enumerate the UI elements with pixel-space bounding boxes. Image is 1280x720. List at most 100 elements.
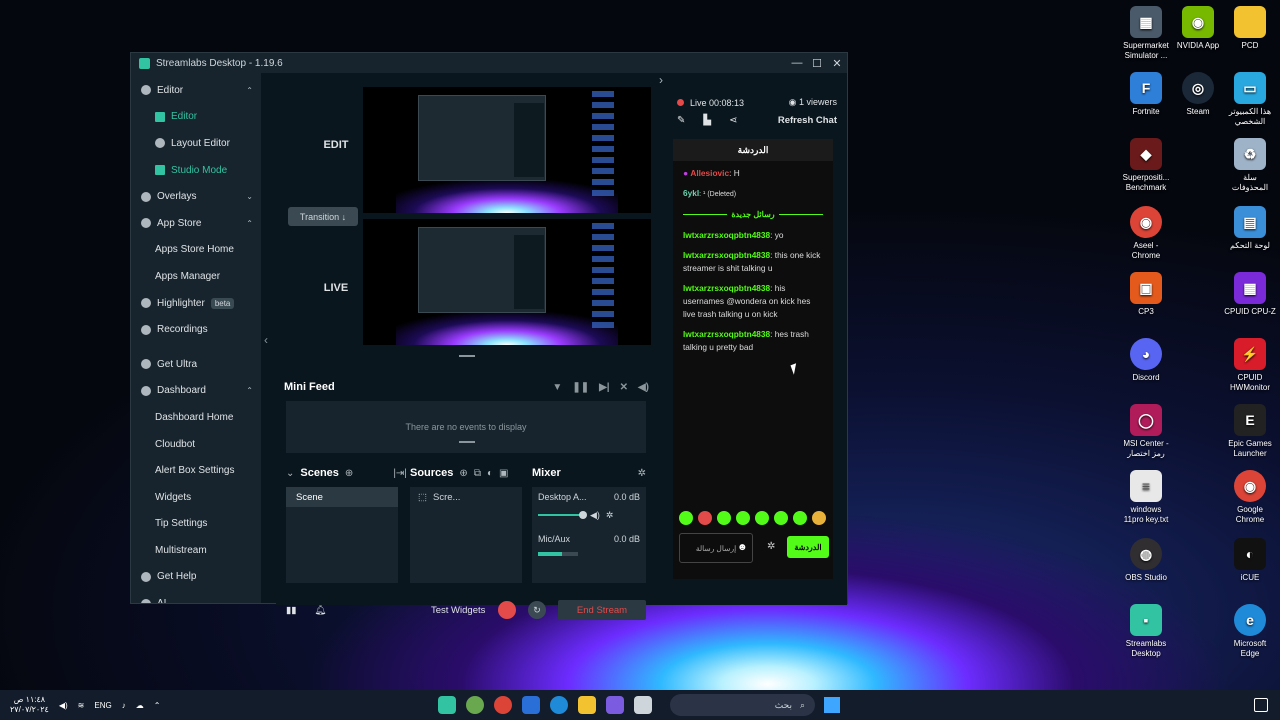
volume-icon[interactable]: ◀) [638, 382, 649, 393]
resize-handle[interactable] [459, 355, 475, 357]
channel-settings-icon[interactable]: ✲ [606, 510, 614, 521]
volume-knob[interactable] [579, 511, 587, 519]
add-source-icon[interactable]: ⊕ [459, 468, 467, 479]
desktop-icon-cpuz[interactable]: ▦ CPUID CPU-Z [1224, 272, 1276, 317]
chrome-taskbar-icon[interactable] [494, 696, 512, 714]
microphone-icon[interactable]: ♪ [122, 701, 126, 710]
volume-icon[interactable]: ◀) [59, 701, 68, 710]
sidebar-item-tip-settings[interactable]: Tip Settings [131, 511, 261, 538]
copilot-icon[interactable] [606, 696, 624, 714]
store-taskbar-icon[interactable] [522, 696, 540, 714]
desktop-icon-edge[interactable]: e Microsoft Edge [1224, 604, 1276, 659]
chevron-right-icon[interactable]: › [659, 73, 663, 87]
sidebar-item-dashboard-home[interactable]: Dashboard Home [131, 404, 261, 431]
sidebar-item-cloudbot[interactable]: Cloudbot [131, 431, 261, 458]
app-taskbar-icon[interactable] [466, 696, 484, 714]
edit-icon[interactable]: ✎ [677, 115, 685, 126]
desktop-icon-fortnite[interactable]: F Fortnite [1120, 72, 1172, 117]
sidebar-item-multistream[interactable]: Multistream [131, 537, 261, 564]
filter-icon[interactable]: ▼ [552, 382, 562, 393]
onedrive-icon[interactable]: ☁ [136, 701, 144, 710]
sidebar-item-get-ultra[interactable]: Get Ultra [131, 351, 261, 378]
scene-transitions-icon[interactable]: |⇥| [393, 468, 407, 479]
group-icon[interactable]: ⧉ [474, 468, 481, 479]
task-view-icon[interactable] [634, 696, 652, 714]
speaker-icon[interactable]: ◀) [590, 510, 600, 521]
replay-buffer-button[interactable]: ↻ [528, 601, 546, 619]
emote-icon[interactable] [812, 511, 826, 525]
desktop-icon-streamlabs[interactable]: ▪ Streamlabs Desktop [1120, 604, 1172, 659]
desktop-icon-cp3[interactable]: ▣ CP3 [1120, 272, 1172, 317]
desktop-icon-hwmonitor[interactable]: ⚡ CPUID HWMonitor [1224, 338, 1276, 393]
streamlabs-taskbar-icon[interactable] [438, 696, 456, 714]
emote-icon[interactable] [755, 511, 769, 525]
desktop-icon-google-chrome[interactable]: ◉ Google Chrome [1224, 470, 1276, 525]
mute-alerts-icon[interactable]: ✕ [620, 382, 628, 393]
popout-icon[interactable]: ▙ [703, 115, 711, 126]
desktop-icon-this-pc[interactable]: ▭ هذا الكمبيوتر الشخصي [1224, 72, 1276, 127]
emote-icon[interactable] [774, 511, 788, 525]
live-preview[interactable] [363, 219, 651, 345]
edge-taskbar-icon[interactable] [550, 696, 568, 714]
add-scene-icon[interactable]: ⊕ [345, 468, 353, 479]
sidebar-item-apps-manager[interactable]: Apps Manager [131, 263, 261, 290]
sidebar-item-editor[interactable]: Editor [131, 104, 261, 131]
desktop-icon-superposition[interactable]: ◆ Superpositi... Benchmark [1120, 138, 1172, 193]
test-widgets-button[interactable]: Test Widgets [431, 605, 485, 616]
share-icon[interactable]: ⋖ [729, 115, 737, 126]
sidebar-item-app-store[interactable]: App Store ⌃ [131, 210, 261, 237]
sidebar-item-layout-editor[interactable]: Layout Editor [131, 130, 261, 157]
taskbar-search[interactable]: بحث ⌕ [670, 694, 815, 716]
sidebar-item-recordings[interactable]: Recordings [131, 316, 261, 343]
sidebar-item-dashboard[interactable]: Dashboard ⌃ [131, 378, 261, 405]
resize-handle[interactable] [459, 441, 475, 443]
pause-icon[interactable]: ❚❚ [572, 382, 589, 393]
collapse-sidebar-icon[interactable]: ‹ [264, 333, 268, 347]
sidebar-item-widgets[interactable]: Widgets [131, 484, 261, 511]
sidebar-item-alert-box-settings[interactable]: Alert Box Settings [131, 457, 261, 484]
performance-icon[interactable]: ▮▮ [286, 605, 296, 616]
emote-icon[interactable] [717, 511, 731, 525]
edit-preview[interactable] [363, 87, 651, 213]
emoji-icon[interactable]: ☻ [737, 542, 748, 553]
desktop-icon-nvidia[interactable]: ◉ NVIDIA App [1172, 6, 1224, 51]
desktop-icon-key-txt[interactable]: ≡ windows 11pro key.txt [1120, 470, 1172, 525]
close-button[interactable]: ✕ [827, 57, 847, 70]
visibility-icon[interactable]: ◐ [487, 468, 493, 479]
desktop-volume-slider[interactable]: ◀) ✲ [538, 510, 640, 520]
desktop-icon-control-panel[interactable]: ▤ لوحة التحكم [1224, 206, 1276, 251]
transition-button[interactable]: Transition ↓ [288, 207, 358, 226]
file-explorer-icon[interactable] [578, 696, 596, 714]
scene-item[interactable]: Scene [286, 487, 398, 507]
sidebar-item-highlighter[interactable]: Highlighter beta [131, 290, 261, 317]
desktop-icon-supermarket[interactable]: ▦ Supermarket Simulator ... [1120, 6, 1172, 61]
desktop-icon-steam[interactable]: ◎ Steam [1172, 72, 1224, 117]
wifi-icon[interactable]: ≋ [78, 701, 85, 710]
desktop-icon-epic[interactable]: E Epic Games Launcher [1224, 404, 1276, 459]
emote-icon[interactable] [793, 511, 807, 525]
sidebar-item-studio-mode[interactable]: Studio Mode [131, 157, 261, 184]
desktop-icon-recycle-bin[interactable]: ♻ سلة المحذوفات [1224, 138, 1276, 193]
minimize-button[interactable]: — [787, 57, 807, 70]
sidebar-item-get-help[interactable]: Get Help [131, 564, 261, 591]
clock[interactable]: ١١:٤٨ ص ٢٧/٠٧/٢٠٢٤ [10, 695, 49, 715]
emote-icon[interactable] [679, 511, 693, 525]
sidebar-item-overlays[interactable]: Overlays ⌄ [131, 183, 261, 210]
chat-settings-icon[interactable]: ✲ [767, 541, 775, 552]
skip-icon[interactable]: ▶| [599, 382, 610, 393]
maximize-button[interactable]: ☐ [807, 57, 827, 70]
emote-icon[interactable] [736, 511, 750, 525]
folder-icon[interactable]: ▣ [499, 468, 508, 479]
desktop-icon-icue[interactable]: ◐ iCUE [1224, 538, 1276, 583]
desktop-icon-msi-center[interactable]: ◯ MSI Center - رمز اختصار [1120, 404, 1172, 459]
desktop-icon-aseel-chrome[interactable]: ◉ Aseel - Chrome [1120, 206, 1172, 261]
notification-center-icon[interactable] [1254, 698, 1268, 712]
send-chat-button[interactable]: الدردشة [787, 536, 829, 558]
source-item[interactable]: ⬚ Scre... [410, 487, 522, 507]
chevron-up-icon[interactable]: ⌃ [154, 701, 161, 710]
chevron-down-icon[interactable]: ⌄ [286, 468, 294, 479]
end-stream-button[interactable]: End Stream [558, 600, 646, 620]
language-indicator[interactable]: ENG [94, 701, 111, 710]
desktop-icon-pcd[interactable]: PCD [1224, 6, 1276, 51]
sidebar-item-editor-group[interactable]: Editor ⌃ [131, 77, 261, 104]
